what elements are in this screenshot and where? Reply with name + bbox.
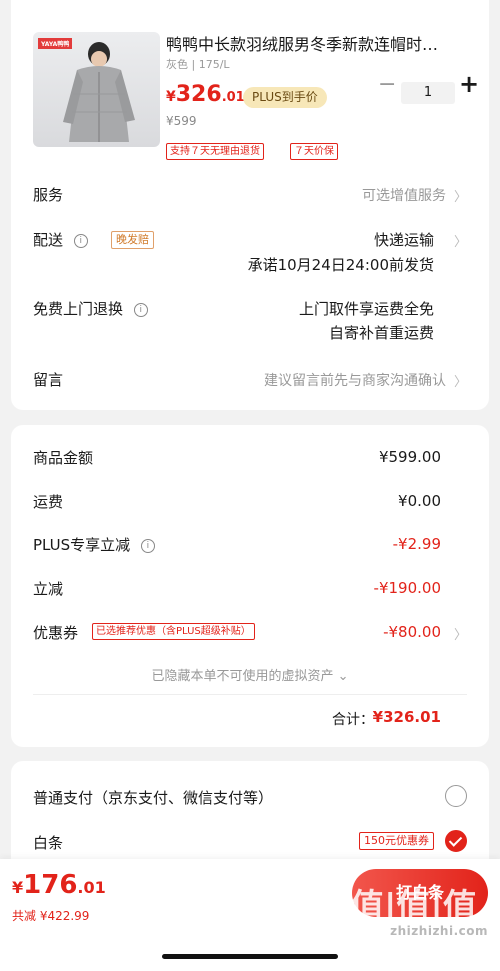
divider [33,694,467,695]
jacket-illustration [63,42,135,142]
return-line1: 上门取件享运费全免 [298,300,434,318]
goods-amount-label: 商品金额 [33,449,94,467]
normal-payment-radio[interactable] [445,785,467,807]
coupon-chevron-icon[interactable]: 〉 [454,624,467,643]
total-value: ¥326.01 [372,708,441,726]
coupon-label: 优惠券 [33,624,79,642]
price-currency: ¥ [166,89,176,105]
final-price-integer: 176 [23,870,78,900]
total-saved: 共减 ¥422.99 [12,909,90,923]
coupon-value[interactable]: -¥80.00 [383,623,441,641]
amount-summary-card: 商品金额 ¥599.00 运费 ¥0.00 PLUS专享立减 i -¥2.99 … [11,425,489,747]
late-ship-compensation-tag: 晚发赔 [111,231,154,249]
product-title[interactable]: 鸭鸭中长款羽绒服男冬季新款连帽时… [166,31,466,55]
original-price: ¥599 [166,114,197,128]
message-input[interactable]: 建议留言前先与商家沟通确认 [264,370,446,390]
baitiao-coupon-tag: 150元优惠券 [359,832,434,850]
return-line2: 自寄补首重运费 [328,324,434,342]
instant-discount-value: -¥190.00 [373,579,441,597]
final-price: ¥176.01 [12,870,106,900]
info-icon[interactable]: i [73,233,88,248]
service-value[interactable]: 可选增值服务 [362,185,446,205]
total-label: 合计： [332,712,374,728]
message-chevron-icon[interactable]: 〉 [454,371,467,390]
final-price-decimal: .01 [77,878,106,897]
hidden-assets-toggle[interactable]: 已隐藏本单不可使用的虚拟资产 ⌄ [11,665,489,684]
delivery-promise: 承诺10月24日24:00前发货 [247,256,434,274]
return-policy-tag: 支持７天无理由退货 [166,143,264,160]
plus-discount-value: -¥2.99 [392,535,441,553]
brand-logo: YAYA鸭鸭 [38,38,73,49]
quantity-plus-button[interactable]: + [459,70,479,98]
shipping-label: 运费 [33,493,64,511]
watermark-text: zhizhizhi.com [390,924,488,938]
message-label: 留言 [33,371,64,389]
price-decimal: .01 [221,90,245,105]
product-price: ¥326.01 [166,82,245,107]
info-icon[interactable]: i [133,302,148,317]
shipping-value: ¥0.00 [398,492,441,510]
service-label: 服务 [33,186,64,204]
plus-discount-label: PLUS专享立减 i [33,534,155,555]
delivery-method[interactable]: 快递运输 [374,229,434,250]
coupon-selected-tag: 已选推荐优惠（含PLUS超级补贴） [92,623,255,640]
normal-payment-label[interactable]: 普通支付（京东支付、微信支付等） [33,787,273,808]
info-icon[interactable]: i [140,538,155,553]
product-spec[interactable]: 灰色 | 175/L [166,56,230,72]
product-image[interactable]: YAYA鸭鸭 [33,32,160,147]
product-card: YAYA鸭鸭 鸭鸭中长款羽绒服男冬季新款连帽时… 灰色 | 175/L ¥326… [11,0,489,410]
price-integer: 326 [175,82,222,107]
quantity-input[interactable]: 1 [401,82,455,104]
price-protect-tag: ７天价保 [290,143,338,160]
delivery-label-text: 配送 [33,231,64,249]
checkout-bar: ¥176.01 共减 ¥422.99 打白条 值|值|值 zhizhizhi.c… [0,859,500,971]
instant-discount-label: 立减 [33,580,64,598]
home-indicator[interactable] [162,954,338,959]
baitiao-label[interactable]: 白条 [33,832,63,853]
final-price-currency: ¥ [12,878,24,897]
baitiao-radio-checked-icon[interactable] [445,830,467,852]
delivery-chevron-icon[interactable]: 〉 [454,231,467,250]
plus-price-badge: PLUS到手价 [243,87,327,108]
service-chevron-icon[interactable]: 〉 [454,186,467,205]
watermark-logo: 值|值|值 [350,887,477,927]
return-service-label-text: 免费上门退换 [33,300,124,318]
delivery-label: 配送 i [33,229,88,250]
goods-amount-value: ¥599.00 [378,448,441,466]
quantity-minus-button[interactable]: − [378,72,396,97]
return-service-label: 免费上门退换 i [33,298,148,319]
plus-discount-label-text: PLUS专享立减 [33,536,131,554]
